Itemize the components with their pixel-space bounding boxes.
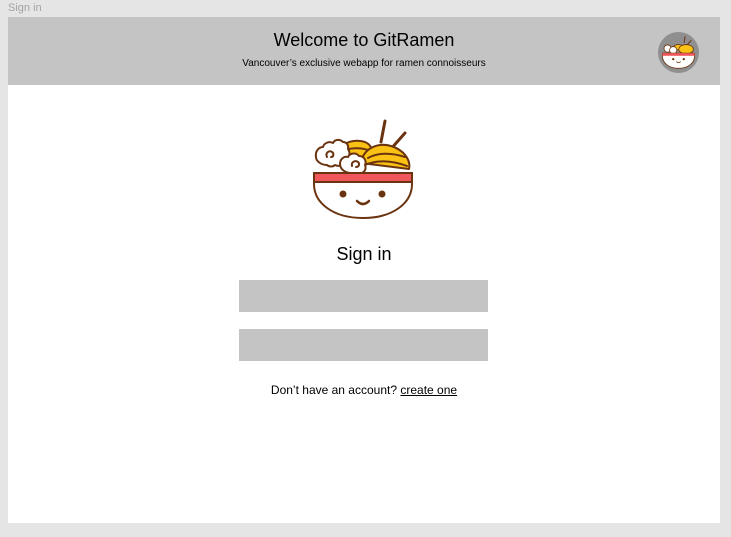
create-account-link[interactable]: create one <box>400 383 457 397</box>
password-input[interactable] <box>239 329 488 361</box>
app-subtitle: Vancouver’s exclusive webapp for ramen c… <box>242 58 486 69</box>
username-input[interactable] <box>239 280 488 312</box>
frame-label: Sign in <box>8 2 42 14</box>
create-account-row: Don’t have an account? create one <box>8 383 720 397</box>
app-window: Welcome to GitRamen Vancouver’s exclusiv… <box>8 17 720 523</box>
sign-in-title: Sign in <box>336 244 392 264</box>
ramen-bowl-icon <box>662 36 695 69</box>
app-header: Welcome to GitRamen Vancouver’s exclusiv… <box>8 17 720 85</box>
ramen-bowl-logo-icon <box>313 119 413 219</box>
account-prompt: Don’t have an account? <box>270 383 398 397</box>
app-title: Welcome to GitRamen <box>273 30 455 50</box>
avatar[interactable] <box>658 32 699 73</box>
